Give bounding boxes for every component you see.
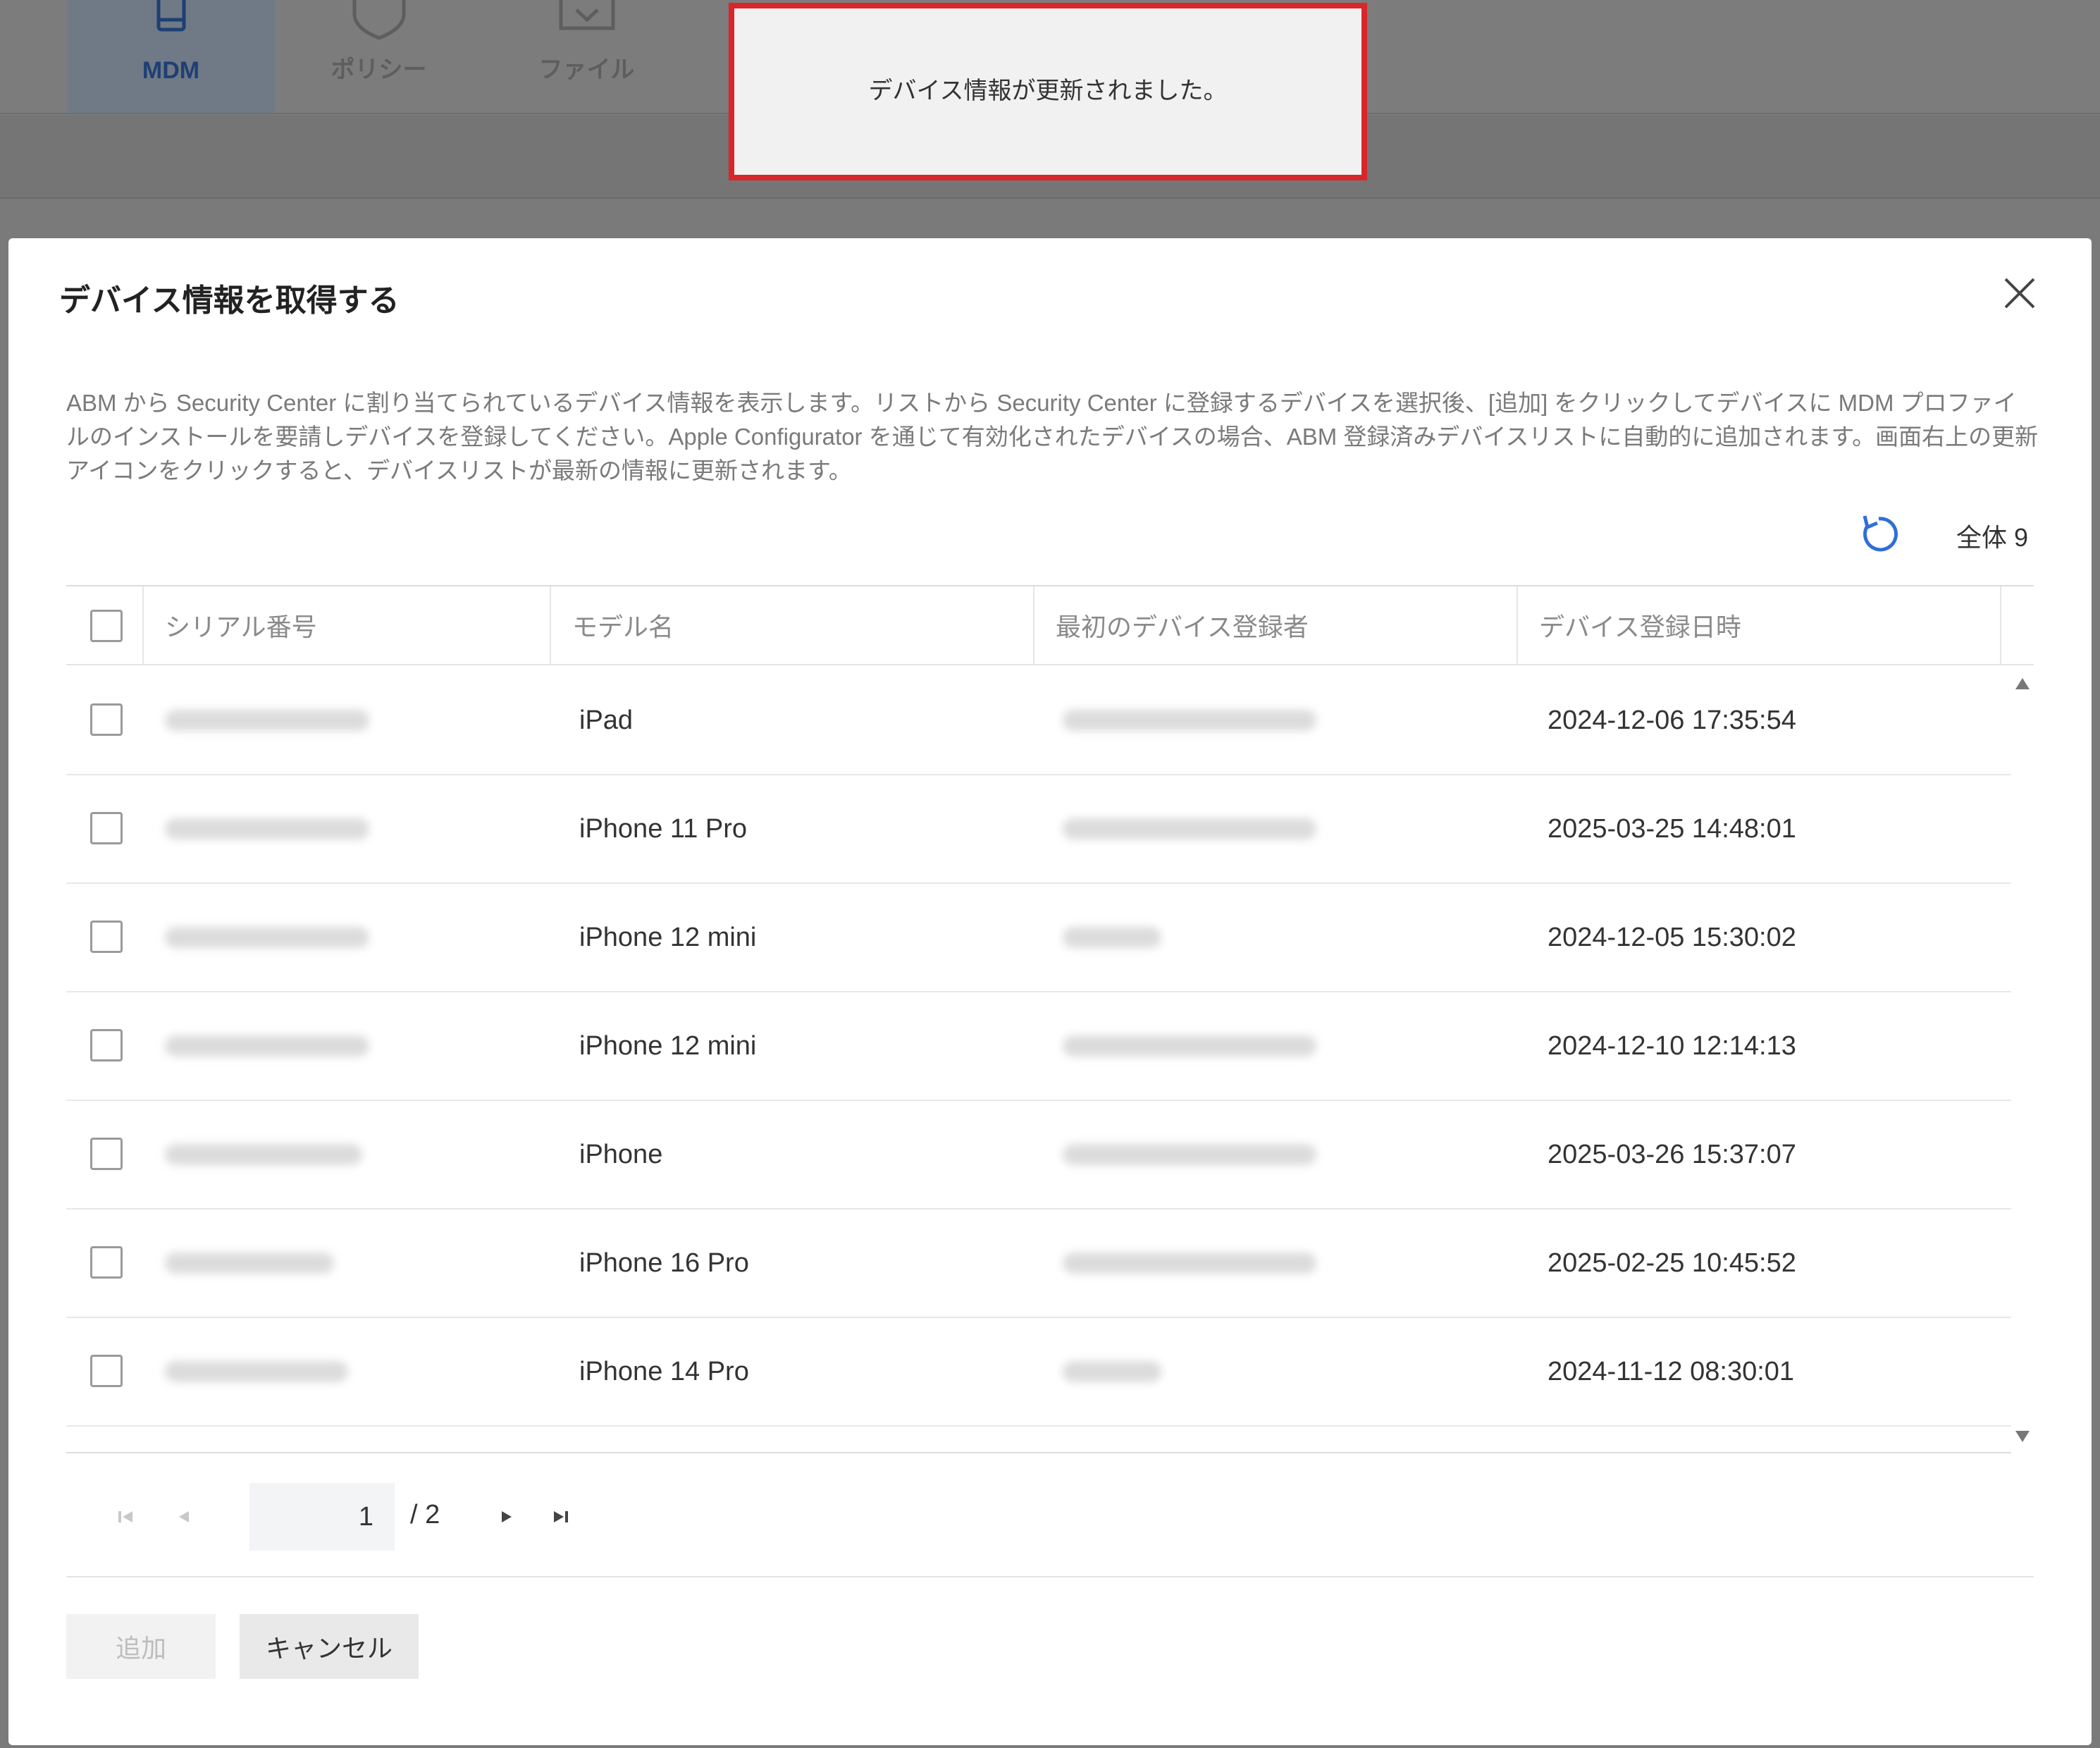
table-row[interactable]: iPhone 12 mini 2024-12-05 15:30:02 [66,884,2011,992]
model-name: iPhone [579,1139,663,1169]
total-count: 全体 9 [1956,523,2029,552]
nav-item-file[interactable]: ファイル [483,0,691,113]
registrant-redacted [1063,667,1316,774]
serial-number-redacted [165,1210,334,1317]
registrant-redacted [1063,1101,1316,1208]
next-page-icon[interactable] [493,1504,519,1530]
row-checkbox[interactable] [90,1246,123,1279]
serial-number-redacted [165,884,369,991]
page-number-input[interactable] [249,1483,395,1551]
scroll-up-icon[interactable] [2014,677,2031,691]
nav-item-policy[interactable]: ポリシー [275,0,483,113]
registrant-redacted [1063,1210,1316,1317]
table-row[interactable]: iPhone 16 Pro 2025-02-25 10:45:52 [66,1210,2011,1318]
nav-label-file: ファイル [538,56,635,83]
row-checkbox[interactable] [90,703,123,736]
fetch-device-info-modal: デバイス情報を取得する ABM から Security Center に割り当て… [8,238,2092,1745]
registrant-redacted [1063,775,1316,882]
first-page-icon[interactable] [113,1504,138,1530]
last-page-icon[interactable] [548,1504,574,1530]
registered-datetime: 2025-03-25 14:48:01 [1548,813,1796,844]
table-row[interactable]: iPad 2024-12-06 17:35:54 [66,667,2011,775]
serial-number-redacted [165,1101,362,1208]
modal-description: ABM から Security Center に割り当てられているデバイス情報を… [66,390,2039,484]
previous-page-icon[interactable] [172,1504,197,1530]
device-icon [156,0,185,32]
registered-datetime: 2025-03-26 15:37:07 [1548,1139,1796,1169]
model-name: iPhone 12 mini [579,922,757,952]
table-header: シリアル番号 モデル名 最初のデバイス登録者 デバイス登録日時 [66,586,2034,665]
row-checkbox[interactable] [90,812,123,844]
column-header-serial[interactable]: シリアル番号 [142,586,550,664]
model-name: iPhone 16 Pro [579,1248,749,1278]
registered-datetime: 2024-11-12 08:30:01 [1548,1356,1795,1386]
table-scrollbar[interactable] [2011,667,2034,1453]
serial-number-redacted [165,992,369,1100]
registered-datetime: 2025-02-25 10:45:52 [1548,1248,1796,1278]
nav-item-mdm[interactable]: MDM [67,0,275,113]
download-box-icon [559,0,614,30]
registrant-redacted [1063,1318,1161,1425]
nav-label-mdm: MDM [142,57,200,84]
nav-label-policy: ポリシー [331,56,427,83]
modal-title: デバイス情報を取得する [59,283,400,318]
registered-datetime: 2024-12-06 17:35:54 [1548,705,1796,735]
select-all-checkbox[interactable] [90,610,123,642]
column-header-spacer [2000,586,2034,664]
registrant-redacted [1063,884,1161,991]
serial-number-redacted [165,775,369,882]
shield-icon [352,0,405,39]
row-checkbox[interactable] [90,1138,123,1170]
refresh-icon[interactable] [1855,510,1903,558]
page-total: / 2 [410,1500,440,1530]
table-row[interactable]: iPhone 2025-03-26 15:37:07 [66,1101,2011,1210]
table-row[interactable]: iPhone 11 Pro 2025-03-25 14:48:01 [66,775,2011,884]
add-button[interactable]: 追加 [66,1614,216,1679]
column-header-model[interactable]: モデル名 [550,586,1033,664]
serial-number-redacted [165,1318,348,1425]
row-checkbox[interactable] [90,1355,123,1387]
model-name: iPhone 12 mini [579,1030,757,1061]
toast-message: デバイス情報が更新されました。 [868,77,1228,104]
model-name: iPhone 14 Pro [579,1356,749,1386]
registered-datetime: 2024-12-05 15:30:02 [1548,922,1796,952]
table-row[interactable]: iPhone 14 Pro 2024-11-12 08:30:01 [66,1318,2011,1427]
close-icon[interactable] [1999,272,2041,314]
toast-notification: デバイス情報が更新されました。 [729,3,1367,180]
scroll-down-icon[interactable] [2014,1429,2031,1444]
row-checkbox[interactable] [90,921,123,953]
cancel-button[interactable]: キャンセル [240,1614,419,1679]
device-table: シリアル番号 モデル名 最初のデバイス登録者 デバイス登録日時 iPad 202… [66,585,2034,1453]
serial-number-redacted [165,667,369,774]
column-header-first-registrant[interactable]: 最初のデバイス登録者 [1033,586,1517,664]
column-header-registered-at[interactable]: デバイス登録日時 [1517,586,2000,664]
model-name: iPad [579,705,634,735]
row-checkbox[interactable] [90,1029,123,1061]
model-name: iPhone 11 Pro [579,813,748,844]
registered-datetime: 2024-12-10 12:14:13 [1548,1030,1796,1061]
registrant-redacted [1063,992,1316,1100]
table-row[interactable]: iPhone 12 mini 2024-12-10 12:14:13 [66,992,2011,1101]
pagination: / 2 [66,1453,2034,1577]
